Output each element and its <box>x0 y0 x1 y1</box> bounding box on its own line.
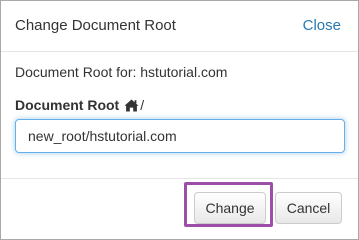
document-root-for-text: Document Root for: hstutorial.com <box>15 64 228 80</box>
cancel-button[interactable]: Cancel <box>275 192 342 224</box>
dialog-title: Change Document Root <box>15 17 176 34</box>
document-root-label-text: Document Root <box>15 97 120 113</box>
home-icon <box>124 99 139 112</box>
path-slash: / <box>140 97 145 113</box>
close-link[interactable]: Close <box>303 17 341 35</box>
change-button[interactable]: Change <box>194 192 266 224</box>
dialog-header: Change Document Root Close <box>1 1 358 52</box>
document-root-input[interactable] <box>15 119 345 153</box>
document-root-label: Document Root / <box>15 97 144 114</box>
